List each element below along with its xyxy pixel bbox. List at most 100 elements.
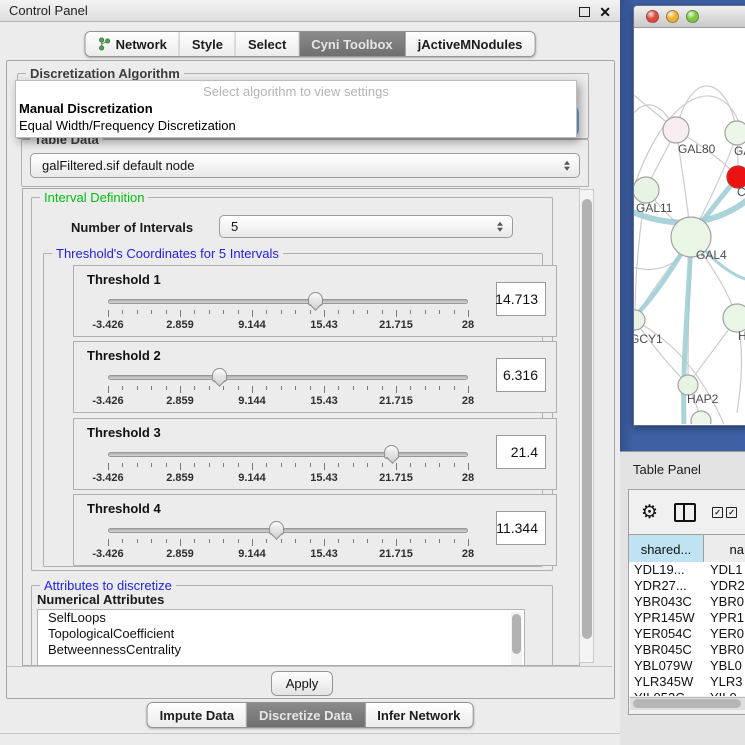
scrollbar-thumb[interactable] bbox=[582, 199, 592, 639]
network-window-titlebar bbox=[634, 6, 745, 28]
slider-tick bbox=[137, 539, 138, 543]
list-item[interactable]: TopologicalCoefficient bbox=[38, 626, 524, 642]
table-data-combobox[interactable]: galFiltered.sif default node bbox=[30, 153, 580, 178]
attributes-group-label: Attributes to discretize bbox=[40, 578, 176, 593]
network-node[interactable] bbox=[634, 310, 645, 330]
slider-tick bbox=[281, 539, 282, 543]
tab-jactivemnodules[interactable]: jActiveMNodules bbox=[406, 32, 535, 56]
node-label-ga: GA bbox=[734, 144, 745, 158]
tab-select[interactable]: Select bbox=[236, 32, 299, 56]
slider-tick bbox=[252, 539, 253, 546]
table-horizontal-scrollbar[interactable] bbox=[630, 697, 745, 710]
numerical-attributes-label: Numerical Attributes bbox=[37, 592, 164, 607]
slider-tick bbox=[209, 539, 210, 543]
number-of-intervals-combobox[interactable]: 5 bbox=[219, 215, 513, 238]
table-row[interactable]: YER054CYER0 bbox=[629, 626, 745, 642]
algorithm-option-manual[interactable]: Manual Discretization bbox=[19, 101, 153, 116]
slider-thumb[interactable] bbox=[212, 368, 227, 382]
node-label-gal11: GAL11 bbox=[636, 201, 673, 215]
threshold-value-field[interactable]: 11.344 bbox=[496, 511, 546, 545]
network-canvas[interactable]: GAL80GACGAL11GAL4GCY1HHAP2 bbox=[634, 28, 745, 424]
slider-tick-label: -3.426 bbox=[92, 319, 123, 331]
zoom-traffic-light[interactable] bbox=[686, 10, 699, 23]
slider-tick bbox=[166, 310, 167, 314]
algorithm-option-equal-width[interactable]: Equal Width/Frequency Discretization bbox=[19, 118, 236, 133]
scrollbar-thumb[interactable] bbox=[633, 699, 741, 708]
slider-tick bbox=[295, 539, 296, 543]
slider-tick bbox=[137, 310, 138, 314]
table-row[interactable]: YBR045CYBR0 bbox=[629, 642, 745, 658]
table-row[interactable]: YDR27...YDR2 bbox=[629, 578, 745, 594]
table-row[interactable]: YLR345WYLR3 bbox=[629, 674, 745, 690]
slider-tick bbox=[252, 386, 253, 393]
list-item[interactable]: BetweennessCentrality bbox=[38, 642, 524, 658]
slider-tick bbox=[454, 310, 455, 314]
close-traffic-light[interactable] bbox=[646, 10, 659, 23]
threshold-slider[interactable]: -3.4262.8599.14415.4321.71528 bbox=[108, 292, 468, 332]
tab-impute-data[interactable]: Impute Data bbox=[148, 703, 247, 727]
slider-tick bbox=[194, 463, 195, 467]
minimize-traffic-light[interactable] bbox=[666, 10, 679, 23]
slider-tick bbox=[382, 463, 383, 467]
slider-tick bbox=[425, 463, 426, 467]
tab-network[interactable]: Network bbox=[86, 32, 180, 56]
threshold-slider[interactable]: -3.4262.8599.14415.4321.71528 bbox=[108, 521, 468, 561]
column-header-na[interactable]: na bbox=[704, 535, 745, 563]
slider-tick bbox=[122, 310, 123, 314]
node-label-gal80: GAL80 bbox=[678, 142, 716, 156]
close-icon[interactable]: ✕ bbox=[599, 2, 611, 22]
cell-shared-name: YPR145W bbox=[629, 610, 704, 626]
network-node[interactable] bbox=[723, 304, 745, 332]
float-window-icon[interactable] bbox=[579, 7, 590, 17]
network-graph[interactable]: GAL80GACGAL11GAL4GCY1HHAP2 bbox=[634, 28, 745, 424]
apply-button[interactable]: Apply bbox=[271, 671, 333, 696]
gear-icon[interactable]: ⚙ bbox=[641, 503, 658, 522]
network-node[interactable] bbox=[663, 117, 689, 143]
slider-tick bbox=[310, 310, 311, 314]
threshold-value-field[interactable]: 6.316 bbox=[496, 358, 546, 392]
slider-tick bbox=[151, 386, 152, 390]
table-row[interactable]: YIL052CYIL0 bbox=[629, 690, 745, 696]
panel-vertical-scrollbar[interactable] bbox=[579, 189, 594, 663]
slider-tick bbox=[353, 310, 354, 314]
tab-cyni-toolbox[interactable]: Cyni Toolbox bbox=[299, 32, 405, 56]
threshold-slider[interactable]: -3.4262.8599.14415.4321.71528 bbox=[108, 445, 468, 485]
slider-track bbox=[108, 528, 468, 533]
checkbox-icon[interactable]: ✓ bbox=[726, 507, 737, 518]
columns-icon[interactable] bbox=[674, 503, 696, 522]
numerical-attributes-list[interactable]: SelfLoopsTopologicalCoefficientBetweenne… bbox=[37, 609, 525, 666]
table-rows: YDL19...YDL1YDR27...YDR2YBR043CYBR0YPR14… bbox=[629, 562, 745, 696]
slider-tick bbox=[122, 463, 123, 467]
slider-thumb[interactable] bbox=[384, 445, 399, 459]
attributes-list-scrollbar[interactable] bbox=[511, 612, 522, 666]
thresholds-group-label: Threshold's Coordinates for 5 Intervals bbox=[52, 246, 283, 261]
network-node[interactable] bbox=[634, 177, 659, 203]
network-edge bbox=[635, 320, 688, 385]
slider-tick bbox=[338, 310, 339, 314]
network-node[interactable] bbox=[691, 411, 711, 424]
table-row[interactable]: YDL19...YDL1 bbox=[629, 562, 745, 578]
slider-thumb[interactable] bbox=[269, 521, 284, 535]
threshold-value-field[interactable]: 21.4 bbox=[496, 435, 546, 469]
table-row[interactable]: YPR145WYPR1 bbox=[629, 610, 745, 626]
slider-tick-label: 15.43 bbox=[310, 548, 338, 560]
select-columns-icons[interactable]: ✓✓ bbox=[712, 507, 737, 518]
slider-tick bbox=[151, 539, 152, 543]
slider-thumb[interactable] bbox=[308, 292, 323, 306]
slider-tick-label: 21.715 bbox=[379, 319, 413, 331]
tab-discretize-data[interactable]: Discretize Data bbox=[247, 703, 365, 727]
threshold-panel: Threshold 2-3.4262.8599.14415.4321.71528… bbox=[73, 341, 557, 413]
threshold-panel: Threshold 4-3.4262.8599.14415.4321.71528… bbox=[73, 494, 557, 566]
network-node[interactable] bbox=[725, 121, 745, 145]
table-row[interactable]: YBR043CYBR0 bbox=[629, 594, 745, 610]
checkbox-icon[interactable]: ✓ bbox=[712, 507, 723, 518]
tab-style[interactable]: Style bbox=[180, 32, 236, 56]
tab-infer-network[interactable]: Infer Network bbox=[365, 703, 472, 727]
threshold-slider[interactable]: -3.4262.8599.14415.4321.71528 bbox=[108, 368, 468, 408]
list-item[interactable]: SelfLoops bbox=[38, 610, 524, 626]
column-header-shared[interactable]: shared... bbox=[629, 535, 704, 563]
threshold-value-field[interactable]: 14.713 bbox=[496, 282, 546, 316]
slider-tick-label: 2.859 bbox=[166, 472, 194, 484]
table-row[interactable]: YBL079WYBL0 bbox=[629, 658, 745, 674]
slider-tick bbox=[238, 539, 239, 543]
